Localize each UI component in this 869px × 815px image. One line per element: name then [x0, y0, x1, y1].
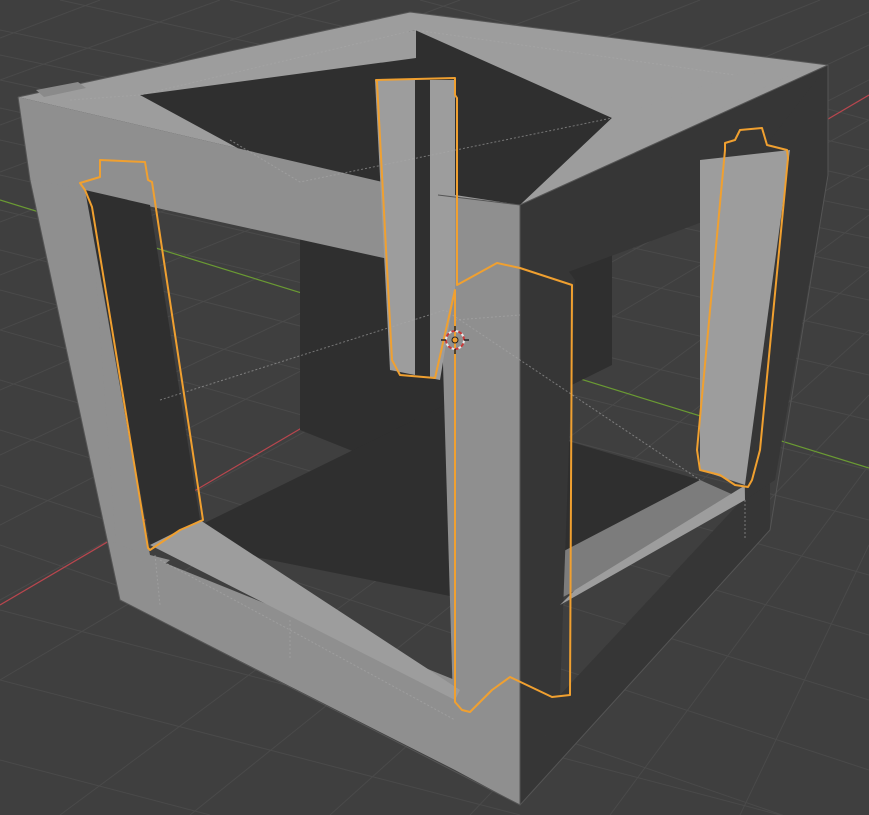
3d-viewport[interactable]: [0, 0, 869, 815]
viewport-canvas[interactable]: [0, 0, 869, 815]
cube-frame-mesh[interactable]: [17, 11, 829, 806]
